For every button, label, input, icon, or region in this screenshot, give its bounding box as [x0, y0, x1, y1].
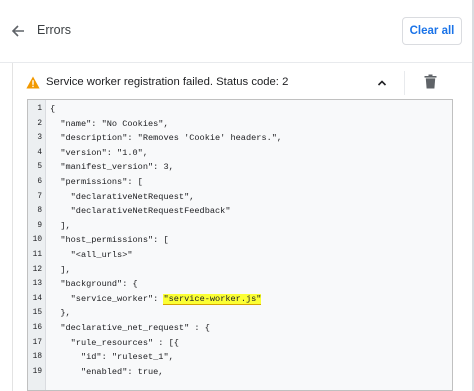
code-text: "permissions": [: [50, 176, 143, 190]
code-line: 17 "rule_resources" : [{: [28, 337, 452, 351]
warning-triangle-icon: [26, 76, 40, 89]
code-text: },: [50, 307, 71, 321]
code-text: "service_worker": "service-worker.js": [50, 293, 262, 307]
code-text: "background": {: [50, 278, 138, 292]
error-highlight: "service-worker.js": [163, 293, 262, 305]
line-number: 11: [32, 251, 42, 259]
page-title: Errors: [37, 23, 72, 37]
code-text-segment: "declarativeNetRequest",: [50, 191, 195, 202]
chevron-up-icon[interactable]: [375, 76, 389, 90]
code-line: 13 "background": {: [28, 278, 452, 292]
code-line: 5 "manifest_version": 3,: [28, 161, 452, 175]
line-number: 12: [32, 265, 42, 274]
code-text: "enabled": true,: [50, 366, 164, 380]
code-text-segment: "id": "ruleset_1",: [50, 352, 174, 363]
line-number: 7: [37, 192, 42, 201]
line-number: 1: [37, 105, 42, 113]
code-line: 14 "service_worker": "service-worker.js": [28, 293, 452, 307]
code-text-segment: ],: [50, 264, 71, 275]
code-text-segment: "background": {: [50, 279, 138, 290]
code-text-segment: "host_permissions": [: [50, 235, 169, 246]
line-number: 4: [37, 148, 42, 157]
line-number: 6: [37, 178, 42, 186]
line-number: 8: [37, 207, 42, 216]
code-text: "declarativeNetRequestFeedback": [50, 205, 231, 219]
code-text-segment: "name": "No Cookies",: [50, 118, 169, 129]
code-line: 16 "declarative_net_request" : {: [28, 322, 452, 336]
arrow-left-icon: [11, 25, 24, 37]
code-line: 15 },: [28, 307, 452, 321]
line-number: 10: [32, 236, 42, 245]
code-text: "declarativeNetRequest",: [50, 191, 195, 205]
error-message: Service worker registration failed. Stat…: [46, 76, 289, 88]
error-card: Service worker registration failed. Stat…: [12, 63, 474, 391]
back-button[interactable]: [6, 19, 30, 43]
line-number: 13: [32, 280, 42, 289]
code-line: 10 "host_permissions": [: [28, 234, 452, 248]
code-line: 9 ],: [28, 220, 452, 234]
code-text-segment: "rule_resources" : [{: [50, 337, 179, 348]
code-text: "manifest_version": 3,: [50, 161, 174, 175]
code-text: "name": "No Cookies",: [50, 118, 169, 132]
code-text-segment: "<all_urls>": [50, 250, 133, 260]
code-text-segment: "declarativeNetRequestFeedback": [50, 206, 231, 217]
code-line: 4 "version": "1.0",: [28, 147, 452, 161]
code-text: "<all_urls>": [50, 249, 133, 263]
code-line: 6 "permissions": [: [28, 176, 452, 190]
code-text-segment: ],: [50, 220, 71, 231]
code-text-segment: },: [50, 308, 71, 319]
code-text-segment: "service_worker":: [50, 293, 164, 304]
trash-icon[interactable]: [424, 74, 437, 89]
code-text: ],: [50, 220, 71, 234]
code-line: 2 "name": "No Cookies",: [28, 118, 452, 132]
code-text-segment: "permissions": [: [50, 177, 143, 187]
clear-all-button[interactable]: Clear all: [402, 17, 462, 45]
code-line: 7 "declarativeNetRequest",: [28, 191, 452, 205]
line-number: 2: [37, 119, 42, 128]
code-text: ],: [50, 264, 71, 278]
code-text: "declarative_net_request" : {: [50, 322, 210, 336]
code-text-segment: "version": "1.0",: [50, 147, 148, 158]
code-line: 3 "description": "Removes 'Cookie' heade…: [28, 132, 452, 146]
code-text: "host_permissions": [: [50, 234, 169, 248]
code-line: 18 "id": "ruleset_1",: [28, 351, 452, 365]
code-line: 19 "enabled": true,: [28, 366, 452, 380]
code-text: "description": "Removes 'Cookie' headers…: [50, 132, 282, 146]
error-header[interactable]: Service worker registration failed. Stat…: [13, 63, 474, 101]
code-text-segment: "description": "Removes 'Cookie' headers…: [50, 133, 283, 144]
code-text: "version": "1.0",: [50, 147, 148, 161]
code-text-segment: "declarative_net_request" : {: [50, 323, 210, 333]
line-number: 16: [32, 324, 42, 332]
line-number: 5: [37, 163, 42, 172]
code-line: 11 "<all_urls>": [28, 249, 452, 263]
errors-header-bar: Errors Clear all: [0, 0, 474, 62]
line-number: 17: [32, 338, 42, 347]
code-line: 1{: [28, 103, 452, 117]
line-number: 14: [32, 294, 42, 303]
line-number: 19: [32, 367, 42, 376]
line-number: 18: [32, 353, 42, 362]
code-text-segment: {: [50, 104, 56, 114]
code-line: 12 ],: [28, 264, 452, 278]
code-text: "rule_resources" : [{: [50, 337, 179, 351]
line-number: 15: [32, 309, 42, 318]
header-separator: [404, 71, 405, 95]
code-viewer[interactable]: 1{2 "name": "No Cookies", 3 "description"…: [27, 99, 453, 391]
code-text-segment: "enabled": true,: [50, 366, 164, 377]
line-number: 9: [37, 221, 42, 230]
code-text: "id": "ruleset_1",: [50, 351, 174, 365]
code-line: 8 "declarativeNetRequestFeedback": [28, 205, 452, 219]
line-number: 3: [37, 134, 42, 143]
code-text: {: [50, 103, 55, 117]
code-text-segment: "manifest_version": 3,: [50, 162, 174, 173]
